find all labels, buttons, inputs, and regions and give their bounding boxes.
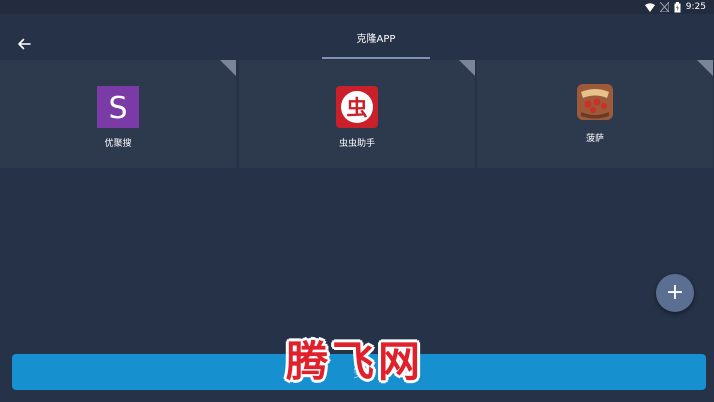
status-bar: 9:25 xyxy=(0,0,714,14)
chongchong-icon: 虫 xyxy=(336,86,378,128)
battery-icon xyxy=(674,1,681,12)
arrow-left-icon[interactable] xyxy=(14,34,34,54)
youjusou-icon: S xyxy=(97,86,139,128)
app-card-pizza[interactable]: 菠萨 xyxy=(477,60,713,168)
corner-triangle-icon[interactable] xyxy=(220,60,236,76)
corner-triangle-icon[interactable] xyxy=(459,60,475,76)
signal-icon xyxy=(659,2,669,12)
watermark: 腾飞网 xyxy=(286,337,425,386)
app-grid: S 优聚搜 虫 虫虫助手 菠萨 xyxy=(0,60,714,170)
pizza-icon xyxy=(577,84,613,120)
app-card-chongchong[interactable]: 虫 虫虫助手 xyxy=(239,60,475,168)
title-underline xyxy=(322,57,430,59)
plus-icon: + xyxy=(665,280,685,305)
app-label: 虫虫助手 xyxy=(338,139,375,149)
corner-triangle-icon[interactable] xyxy=(697,60,713,76)
status-icons: 9:25 xyxy=(644,0,706,14)
page-title: 克隆APP xyxy=(356,34,396,45)
svg-text:虫: 虫 xyxy=(347,96,368,120)
add-button[interactable]: + xyxy=(656,274,694,312)
app-label: 菠萨 xyxy=(585,134,604,144)
wifi-icon xyxy=(644,2,655,12)
status-time: 9:25 xyxy=(685,2,706,12)
svg-text:S: S xyxy=(108,91,127,126)
app-card-youjusou[interactable]: S 优聚搜 xyxy=(0,60,236,168)
app-label: 优聚搜 xyxy=(104,139,132,149)
